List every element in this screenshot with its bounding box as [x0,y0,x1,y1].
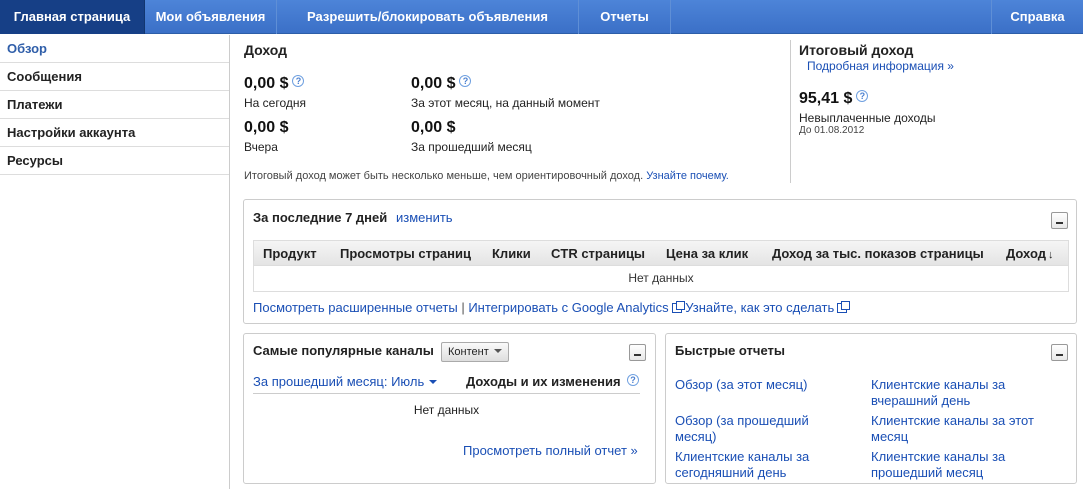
column-header-ctr[interactable]: CTR страницы [551,241,645,266]
final-income-amount-value: 95,41 $ [799,90,853,107]
column-header-clicks[interactable]: Клики [492,241,531,266]
final-income-title: Итоговый доход [799,42,914,58]
quick-reports-title: Быстрые отчеты [675,343,785,358]
tab-allow-block-ads[interactable]: Разрешить/блокировать объявления [277,0,579,34]
period-label: За прошедший месяц: Июль [253,374,425,389]
income-title: Доход [244,42,288,58]
month-label: За этот месяц, на данный момент [411,96,600,110]
top-navigation: Главная страница Мои объявления Разрешит… [0,0,1083,34]
last-7-days-links: Посмотреть расширенные отчеты | Интегрир… [253,300,851,315]
chevron-down-icon [429,380,438,384]
unpaid-date: До 01.08.2012 [799,125,865,136]
sidebar-item-account-settings[interactable]: Настройки аккаунта [0,119,229,147]
google-analytics-link[interactable]: Интегрировать с Google Analytics [468,300,668,315]
sidebar-item-overview[interactable]: Обзор [0,35,229,63]
today-amount-value: 0,00 $ [244,75,289,92]
quick-report-link[interactable]: Клиентские каналы за вчерашний день [871,377,1051,409]
divider [253,393,640,394]
column-header-rpm[interactable]: Доход за тыс. показов страницы [772,241,984,266]
sidebar-item-messages[interactable]: Сообщения [0,63,229,91]
income-note: Итоговый доход может быть несколько мень… [244,170,729,182]
quick-report-link[interactable]: Клиентские каналы за прошедший месяц [871,449,1051,481]
minimize-button[interactable] [629,344,646,361]
column-header-earnings[interactable]: Доход ↓ [1006,241,1053,268]
no-data-row: Нет данных [253,266,1069,292]
today-label: На сегодня [244,96,306,110]
quick-report-link[interactable]: Обзор (за прошедший месяц) [675,413,845,445]
column-header-earnings-label: Доход [1006,246,1046,261]
external-link-icon [837,301,851,313]
quick-report-link[interactable]: Обзор (за этот месяц) [675,377,845,393]
help-icon[interactable]: ? [627,374,639,386]
advanced-reports-link[interactable]: Посмотреть расширенные отчеты [253,300,458,315]
column-header-cpc[interactable]: Цена за клик [666,241,748,266]
help-icon[interactable]: ? [292,75,305,87]
details-link[interactable]: Подробная информация » [807,59,954,73]
income-changes-header: Доходы и их изменения [466,374,621,389]
minimize-button[interactable] [1051,212,1068,229]
sort-down-icon: ↓ [1047,249,1054,261]
divider [790,40,791,183]
today-amount: 0,00 $? [244,75,305,93]
yesterday-amount: 0,00 $ [244,119,289,136]
help-link[interactable]: Справка [991,0,1083,34]
help-icon[interactable]: ? [856,90,869,102]
quick-report-link[interactable]: Клиентские каналы за этот месяц [871,413,1051,445]
minimize-button[interactable] [1051,344,1068,361]
last-7-days-title: За последние 7 дней [253,210,388,225]
help-icon[interactable]: ? [459,75,472,87]
final-income-amount: 95,41 $? [799,90,869,108]
column-header-product[interactable]: Продукт [263,241,317,266]
tab-reports[interactable]: Отчеты [579,0,671,34]
chevron-down-icon [493,349,502,353]
channels-no-data: Нет данных [413,403,480,417]
learn-why-link[interactable]: Узнайте почему. [646,170,729,182]
unpaid-label: Невыплаченные доходы [799,111,936,125]
full-report-link[interactable]: Просмотреть полный отчет » [463,443,638,458]
income-note-text: Итоговый доход может быть несколько мень… [244,170,644,182]
month-amount-value: 0,00 $ [411,75,456,92]
tab-home[interactable]: Главная страница [0,0,145,34]
tab-my-ads[interactable]: Мои объявления [145,0,277,34]
change-link[interactable]: изменить [396,210,453,225]
howto-link[interactable]: Узнайте, как это сделать [685,300,834,315]
month-amount: 0,00 $? [411,75,472,93]
top-channels-title: Самые популярные каналы [253,343,434,358]
sidebar-item-resources[interactable]: Ресурсы [0,147,229,175]
period-selector[interactable]: За прошедший месяц: Июль [253,374,438,389]
column-header-pageviews[interactable]: Просмотры страниц [340,241,471,266]
last-month-amount: 0,00 $ [411,119,456,136]
external-link-icon [671,301,685,313]
quick-report-link[interactable]: Клиентские каналы за сегодняшний день [675,449,845,481]
content-dropdown-value: Контент [448,346,489,358]
yesterday-label: Вчера [244,140,278,154]
sidebar-item-payments[interactable]: Платежи [0,91,229,119]
table-header: Продукт Просмотры страниц Клики CTR стра… [253,240,1069,266]
last-month-label: За прошедший месяц [411,140,532,154]
content-dropdown[interactable]: Контент [441,342,509,362]
sidebar: Обзор Сообщения Платежи Настройки аккаун… [0,35,230,489]
